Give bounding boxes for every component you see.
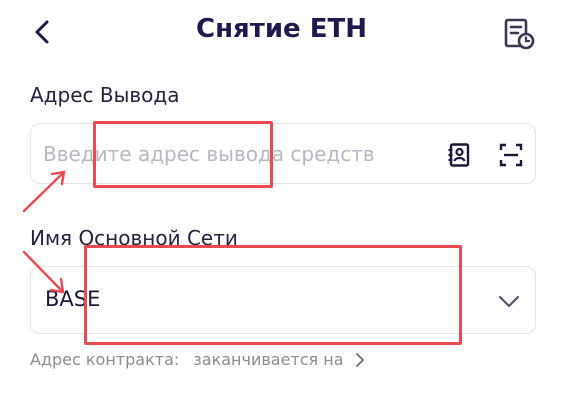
withdraw-page: Снятие ETH Адрес Вывода Введите адрес вы… xyxy=(0,0,563,396)
chevron-down-icon xyxy=(498,295,520,308)
page-title: Снятие ETH xyxy=(196,14,367,44)
network-label: Имя Основной Сети xyxy=(30,226,238,250)
scan-button[interactable] xyxy=(498,142,524,168)
chevron-right-icon xyxy=(355,352,364,367)
contract-address-suffix: заканчивается на xyxy=(193,350,344,369)
network-select[interactable]: BASE xyxy=(30,266,536,334)
address-input[interactable] xyxy=(43,137,443,171)
history-button[interactable] xyxy=(499,14,539,54)
contract-address-row[interactable]: Адрес контракта: заканчивается на xyxy=(30,350,366,369)
address-field xyxy=(30,123,536,184)
header: Снятие ETH xyxy=(0,0,563,66)
scan-icon xyxy=(499,143,523,167)
address-label: Адрес Вывода xyxy=(30,83,180,107)
contract-address-label: Адрес контракта: xyxy=(30,350,180,369)
address-book-icon xyxy=(448,143,470,167)
address-book-button[interactable] xyxy=(446,142,472,168)
network-value: BASE xyxy=(45,287,101,311)
document-clock-icon xyxy=(504,18,535,50)
